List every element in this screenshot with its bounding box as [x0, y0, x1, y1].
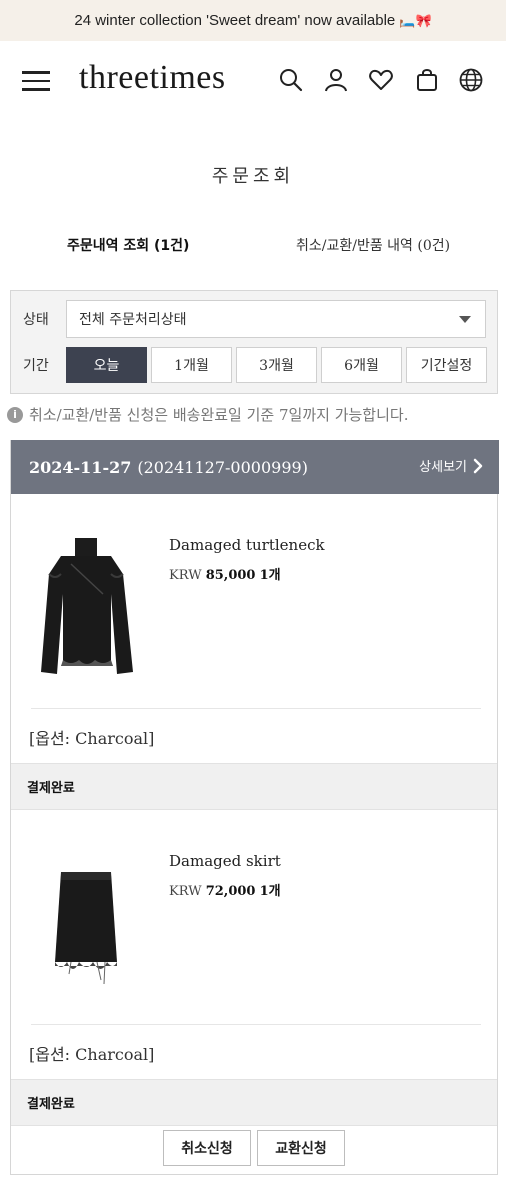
- banner-emoji: 🛏️🎀: [399, 12, 432, 28]
- product-quantity: 1개: [259, 884, 281, 899]
- notice-text: 취소/교환/반품 신청은 배송완료일 기준 7일까지 가능합니다.: [29, 406, 409, 424]
- site-logo[interactable]: threetimes: [79, 59, 226, 97]
- page-title: 주문조회: [211, 166, 295, 187]
- order-detail-link[interactable]: 상세보기: [419, 456, 483, 475]
- order-item: Damaged turtleneck KRW 85,000 1개 [옵션: Ch…: [11, 494, 499, 764]
- menu-icon[interactable]: [22, 71, 50, 91]
- period-button-3months[interactable]: 3개월: [236, 347, 317, 383]
- bag-icon[interactable]: [414, 67, 440, 93]
- order-status: 결제완료: [11, 1079, 497, 1126]
- period-label: 기간: [23, 358, 49, 374]
- product-quantity: 1개: [259, 568, 281, 583]
- order-actions: 취소신청 교환신청: [11, 1130, 497, 1174]
- period-button-6months[interactable]: 6개월: [321, 347, 402, 383]
- order-filter: 상태 전체 주문처리상태 기간 오늘 1개월 3개월 6개월 기간설정: [10, 290, 498, 394]
- status-select[interactable]: 전체 주문처리상태: [66, 300, 486, 338]
- item-divider: [31, 708, 481, 709]
- tab-cancel-exchange-return[interactable]: 취소/교환/반품 내역 (0건): [296, 235, 450, 255]
- product-option: [옵션: Charcoal]: [29, 729, 155, 748]
- order-date: 2024-11-27: [29, 457, 132, 477]
- banner-text: 24 winter collection 'Sweet dream' now a…: [74, 12, 396, 29]
- price-amount: 85,000: [205, 568, 256, 583]
- site-header: threetimes: [0, 41, 506, 121]
- user-icon[interactable]: [323, 67, 349, 93]
- item-divider: [31, 1024, 481, 1025]
- price-currency: KRW: [169, 884, 202, 899]
- order-item: Damaged skirt KRW 72,000 1개 [옵션: Charcoa…: [11, 810, 499, 1080]
- product-option: [옵션: Charcoal]: [29, 1045, 155, 1064]
- product-price: KRW 72,000 1개: [169, 880, 281, 899]
- product-name[interactable]: Damaged turtleneck: [169, 536, 325, 554]
- heart-icon[interactable]: [368, 67, 394, 93]
- period-button-1month[interactable]: 1개월: [151, 347, 232, 383]
- detail-link-label: 상세보기: [419, 460, 467, 475]
- product-price: KRW 85,000 1개: [169, 564, 281, 583]
- return-policy-notice: i 취소/교환/반품 신청은 배송완료일 기준 7일까지 가능합니다.: [7, 404, 408, 425]
- product-name[interactable]: Damaged skirt: [169, 852, 281, 870]
- price-amount: 72,000: [205, 884, 256, 899]
- chevron-right-icon: [473, 458, 483, 473]
- order-number: (20241127-0000999): [137, 457, 308, 477]
- search-icon[interactable]: [278, 67, 304, 93]
- price-currency: KRW: [169, 568, 202, 583]
- product-image-turtleneck[interactable]: [31, 534, 141, 684]
- order-header: 2024-11-27 (20241127-0000999) 상세보기: [11, 440, 499, 494]
- info-icon: i: [7, 406, 23, 423]
- tab-order-history[interactable]: 주문내역 조회 (1건): [67, 235, 189, 255]
- product-image-skirt[interactable]: [31, 862, 141, 992]
- dropdown-arrow-icon: [459, 316, 471, 323]
- status-select-value: 전체 주문처리상태: [79, 312, 187, 328]
- globe-icon[interactable]: [458, 67, 484, 93]
- period-button-custom[interactable]: 기간설정: [406, 347, 487, 383]
- order-tabs: 주문내역 조회 (1건) 취소/교환/반품 내역 (0건): [0, 235, 506, 259]
- exchange-request-button[interactable]: 교환신청: [257, 1130, 345, 1166]
- period-button-today[interactable]: 오늘: [66, 347, 147, 383]
- order-status: 결제완료: [11, 763, 497, 810]
- cancel-request-button[interactable]: 취소신청: [163, 1130, 251, 1166]
- announcement-banner[interactable]: 24 winter collection 'Sweet dream' now a…: [0, 0, 506, 41]
- status-label: 상태: [23, 312, 49, 328]
- order-card: 2024-11-27 (20241127-0000999) 상세보기 Damag…: [10, 440, 499, 1175]
